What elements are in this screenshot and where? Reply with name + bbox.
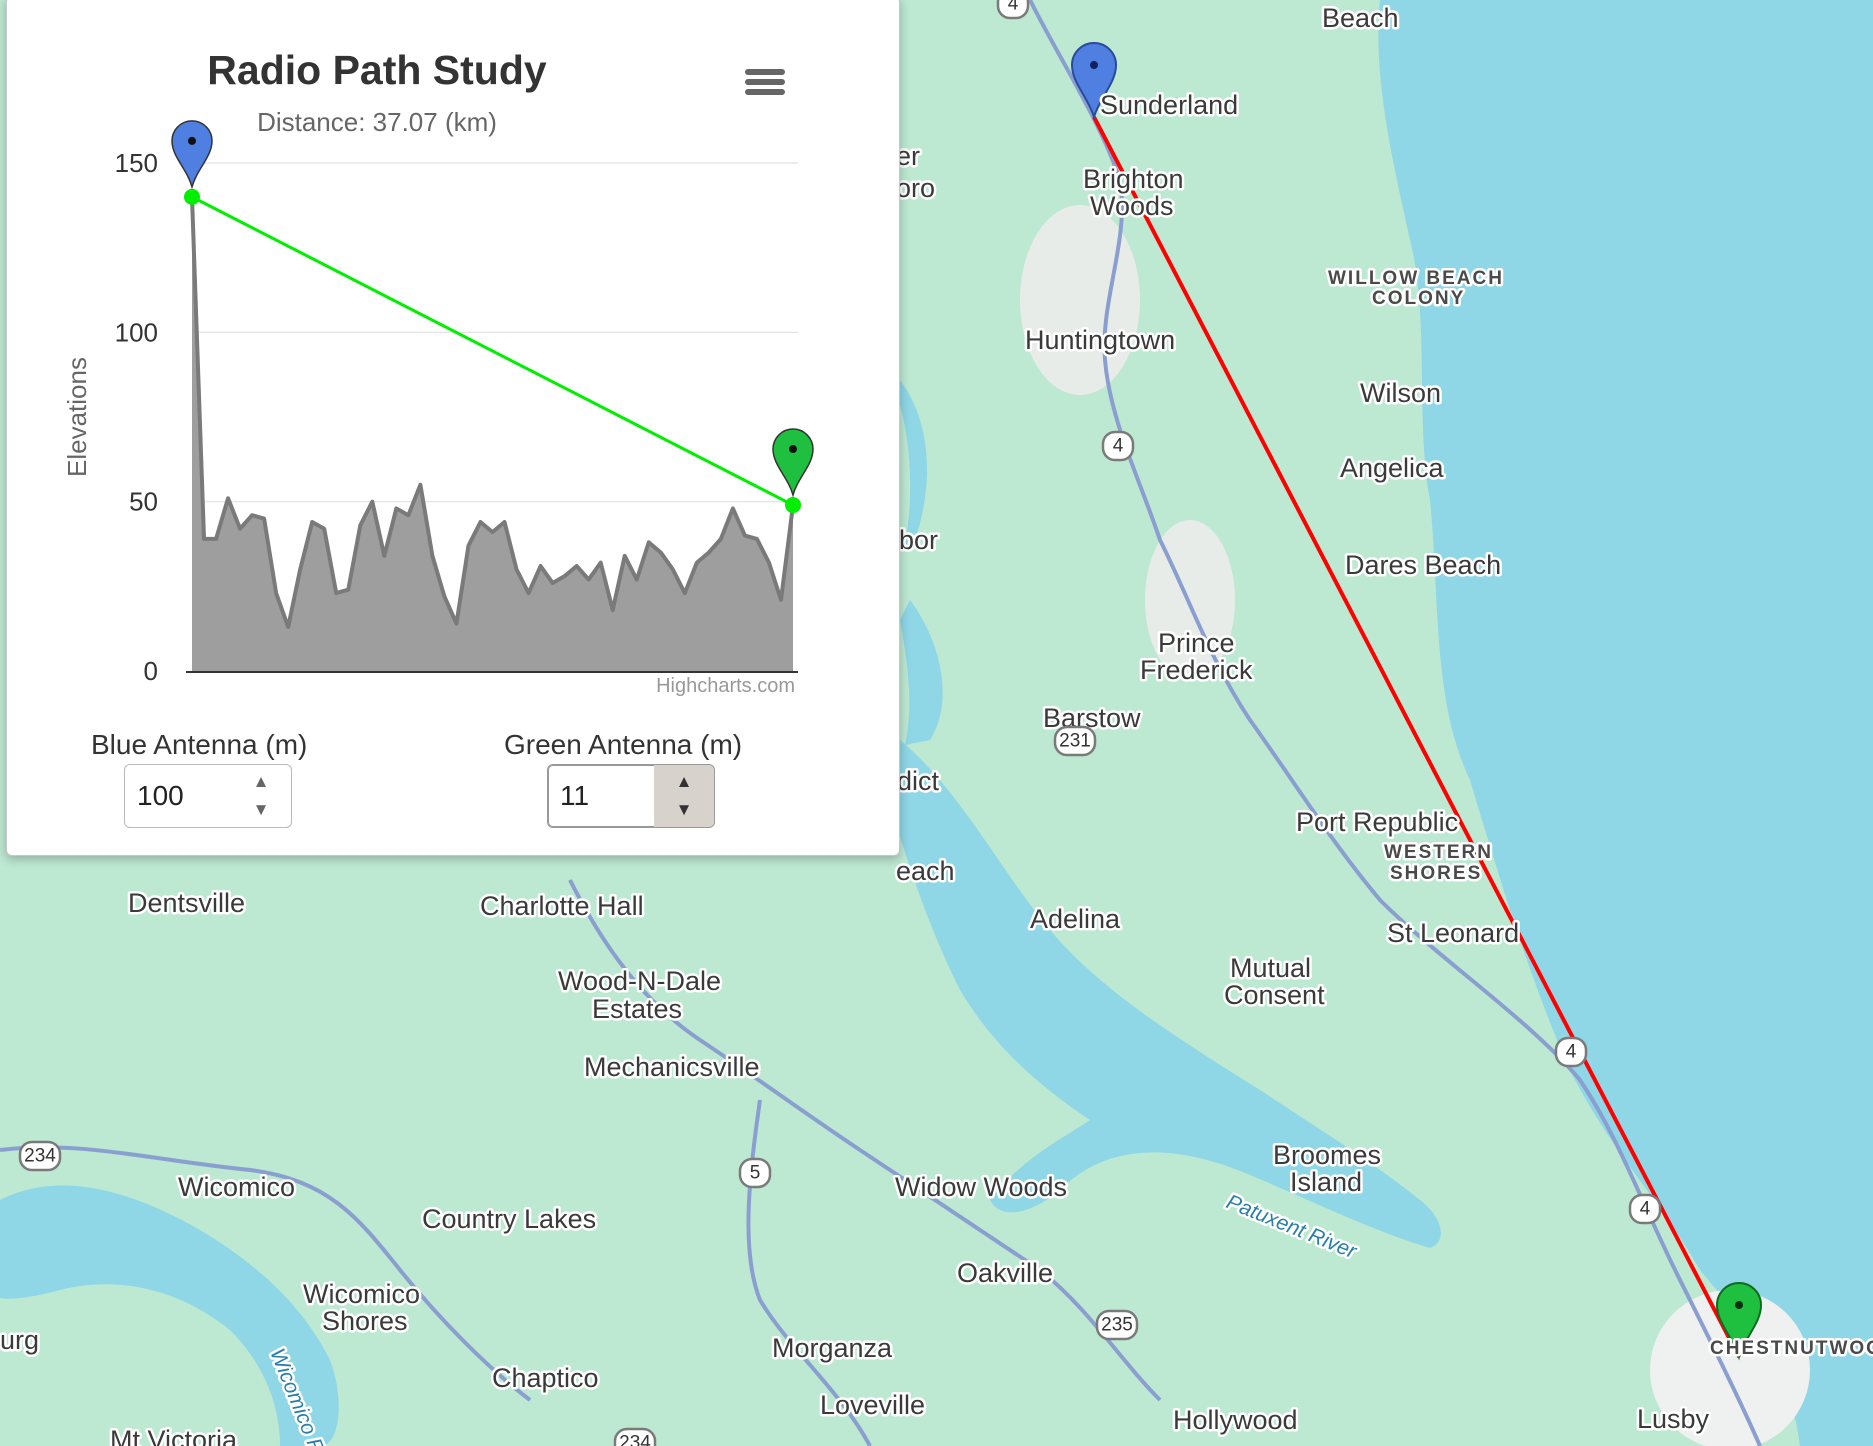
map-place-label: Huntingtown xyxy=(1025,325,1175,355)
map-place-label: Mutual xyxy=(1230,953,1311,983)
green-antenna-value[interactable]: 11 xyxy=(548,765,654,827)
map-place-label: Wilson xyxy=(1360,378,1441,408)
highcharts-credits-link[interactable]: Highcharts.com xyxy=(656,675,795,698)
map-place-label: Wood-N-Dale xyxy=(558,966,721,996)
map-place-label: Angelica xyxy=(1340,453,1445,483)
y-tick-label: 100 xyxy=(115,317,158,347)
map-place-label: Wicomico xyxy=(303,1279,420,1309)
blue-antenna-input[interactable]: 100 ▲ ▼ xyxy=(124,764,292,828)
map-place-label: WILLOW BEACH xyxy=(1328,268,1504,289)
map-place-label: Mechanicsville xyxy=(584,1052,760,1082)
map-place-label: Prince xyxy=(1158,628,1235,658)
y-tick-label: 0 xyxy=(144,656,158,686)
map-place-label: Island xyxy=(1290,1167,1362,1197)
map-place-label: COLONY xyxy=(1372,288,1465,309)
green-antenna-input[interactable]: 11 ▲ ▼ xyxy=(547,764,715,828)
y-axis-label: Elevations xyxy=(62,357,92,477)
blue-antenna-value[interactable]: 100 xyxy=(125,765,231,827)
svg-text:231: 231 xyxy=(1059,731,1091,752)
route-shield-icon: 235 xyxy=(1095,1309,1139,1341)
map-place-label: Wicomico xyxy=(178,1172,295,1202)
blue-antenna-label: Blue Antenna (m) xyxy=(91,729,308,760)
map-place-label: Port Republic xyxy=(1296,807,1458,837)
map-place-label: Oakville xyxy=(957,1258,1053,1288)
map-place-label: Broomes xyxy=(1273,1140,1381,1170)
map-place-label: CHESTNUTWOOD xyxy=(1710,1338,1873,1359)
map-place-label: Mt Victoria xyxy=(110,1425,238,1446)
blue-antenna-spinner[interactable]: ▲ ▼ xyxy=(231,765,291,827)
map-place-label: St Leonard xyxy=(1387,918,1519,948)
svg-text:5: 5 xyxy=(750,1163,761,1184)
route-shield-icon: 5 xyxy=(738,1157,772,1189)
route-shield-icon: 234 xyxy=(613,1427,657,1446)
green-antenna-spinner[interactable]: ▲ ▼ xyxy=(654,765,714,827)
spin-up-icon[interactable]: ▲ xyxy=(676,772,693,792)
map-place-label: Hollywood xyxy=(1173,1405,1298,1435)
svg-text:234: 234 xyxy=(619,1433,651,1446)
map-place-label: WESTERN xyxy=(1384,842,1493,863)
map-place-label: Adelina xyxy=(1030,904,1121,934)
blue-chart-marker-icon xyxy=(171,120,213,190)
map-place-label: Brighton xyxy=(1083,164,1184,194)
map-place-label: Dares Beach xyxy=(1345,550,1501,580)
route-shield-icon: 4 xyxy=(996,0,1030,20)
map-place-label: Woods xyxy=(1090,191,1174,221)
svg-text:234: 234 xyxy=(24,1146,56,1167)
elevation-chart: 0 50 100 150 Elevations xyxy=(62,120,814,686)
svg-text:4: 4 xyxy=(1113,436,1124,457)
map-place-label: Country Lakes xyxy=(422,1204,596,1234)
map-place-label: Barstow xyxy=(1043,703,1141,733)
green-chart-marker-icon xyxy=(772,428,814,498)
map-place-label: Morganza xyxy=(772,1333,893,1363)
map-place-label: Dentsville xyxy=(128,888,245,918)
map-place-label: Chaptico xyxy=(492,1363,599,1393)
map-place-label: Widow Woods xyxy=(895,1172,1067,1202)
map-place-label: Frederick xyxy=(1140,655,1253,685)
map-place-label: Lusby xyxy=(1637,1404,1710,1434)
route-shield-icon: 4 xyxy=(1554,1036,1588,1068)
line-of-sight-point xyxy=(184,188,200,205)
elevation-area xyxy=(192,196,793,671)
map-place-label: Sunderland xyxy=(1100,90,1238,120)
svg-text:4: 4 xyxy=(1566,1042,1577,1063)
y-tick-label: 150 xyxy=(115,148,158,178)
map-place-label: SHORES xyxy=(1390,863,1482,884)
route-shield-icon: 4 xyxy=(1101,430,1135,462)
line-of-sight xyxy=(191,195,794,507)
map-place-label: each xyxy=(896,856,955,886)
spin-up-icon[interactable]: ▲ xyxy=(253,772,270,792)
map-place-label: Loveville xyxy=(820,1390,925,1420)
line-of-sight-point xyxy=(785,497,801,514)
map-place-label: Shores xyxy=(322,1306,408,1336)
map-place-label: Estates xyxy=(592,994,682,1024)
spin-down-icon[interactable]: ▼ xyxy=(676,800,693,820)
map-place-label: urg xyxy=(0,1325,39,1355)
route-shield-icon: 4 xyxy=(1628,1193,1662,1225)
radio-path-panel: Radio Path Study Distance: 37.07 (km) 05… xyxy=(6,0,900,856)
map-place-label: Consent xyxy=(1224,980,1325,1010)
svg-text:235: 235 xyxy=(1101,1315,1133,1336)
svg-text:4: 4 xyxy=(1640,1199,1651,1220)
map-place-label: Charlotte Hall xyxy=(480,891,644,921)
map-place-label: oro xyxy=(896,173,935,203)
map-place-label: Beach xyxy=(1322,3,1399,33)
route-shield-icon: 234 xyxy=(18,1140,62,1172)
route-shield-icon: 231 xyxy=(1053,725,1097,757)
svg-text:4: 4 xyxy=(1008,0,1019,15)
y-tick-label: 50 xyxy=(129,487,158,517)
green-antenna-label: Green Antenna (m) xyxy=(504,729,743,760)
spin-down-icon[interactable]: ▼ xyxy=(253,800,270,820)
